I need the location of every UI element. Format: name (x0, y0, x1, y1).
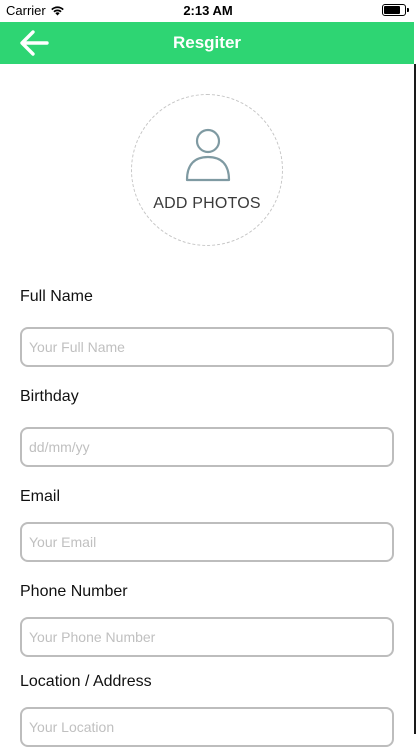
birthday-label: Birthday (20, 388, 79, 405)
phone-label: Phone Number (20, 583, 128, 600)
location-label: Location / Address (20, 673, 152, 690)
email-field[interactable] (20, 522, 394, 562)
phone-field[interactable] (20, 617, 394, 657)
add-photo-button[interactable]: ADD PHOTOS (131, 94, 283, 246)
battery-indicator (382, 4, 409, 16)
birthday-field[interactable] (20, 427, 394, 467)
email-label: Email (20, 488, 61, 505)
full-name-label: Full Name (20, 288, 93, 305)
location-field[interactable] (20, 707, 394, 747)
navbar: Resgiter (0, 22, 414, 64)
status-time: 2:13 AM (183, 3, 233, 18)
page-title: Resgiter (172, 33, 242, 52)
full-name-field[interactable] (20, 327, 394, 367)
battery-icon (382, 4, 409, 16)
add-photo-label: ADD PHOTOS (153, 195, 261, 212)
user-icon (185, 128, 231, 182)
status-bar: Carrier 2:13 AM (0, 0, 416, 22)
battery-fill (384, 6, 400, 14)
